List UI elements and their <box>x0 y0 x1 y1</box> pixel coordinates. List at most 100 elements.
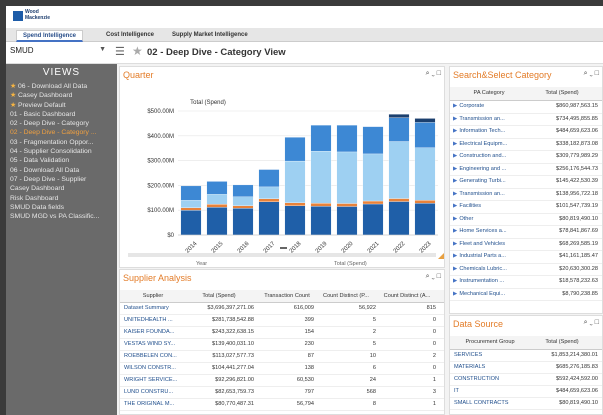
expand-arrow-icon[interactable]: ▶ <box>453 116 457 122</box>
bar-segment <box>336 206 358 236</box>
expand-arrow-icon[interactable]: ▶ <box>453 153 457 159</box>
table-row[interactable]: ▶ Home Services a... $78,841,867.69 <box>450 226 602 239</box>
expand-arrow-icon[interactable]: ▶ <box>453 178 457 184</box>
column-header[interactable]: Total (Spend) <box>526 339 598 345</box>
column-header[interactable]: Total (Spend) <box>184 293 254 299</box>
table-row[interactable]: ▶ Corporate $860,987,563.15 <box>450 101 602 114</box>
cell-value: $145,422,530.39 <box>556 178 598 185</box>
bar-segment <box>388 141 410 199</box>
table-row[interactable]: ▶ Engineering and ... $256,176,544.73 <box>450 164 602 176</box>
table-cell: $82,653,759.73 <box>184 389 254 395</box>
bar-segment <box>362 126 384 155</box>
table-row[interactable]: KAISER FOUNDA... $243,322,638.15 154 2 0 <box>120 327 444 339</box>
sidebar-view-item[interactable]: SMUD MGD vs PA Classific... <box>10 212 116 221</box>
expand-arrow-icon[interactable]: ▶ <box>453 103 457 109</box>
expand-arrow-icon[interactable]: ▶ <box>453 228 457 234</box>
table-row[interactable]: ▶ Information Tech... $484,659,623.06 <box>450 126 602 139</box>
table-row[interactable]: IT $484,659,623.06 <box>450 386 602 398</box>
expand-arrow-icon[interactable]: ▶ <box>453 128 457 134</box>
table-row[interactable]: SMALL CONTRACTS $80,819,490.10 <box>450 398 602 410</box>
expand-arrow-icon[interactable]: ▶ <box>453 241 457 247</box>
column-header[interactable]: Transaction Count <box>260 293 314 299</box>
sidebar-view-item[interactable]: 04 - Supplier Consolidation <box>10 147 116 156</box>
column-header[interactable]: Count Distinct (P... <box>316 293 376 299</box>
table-row[interactable]: ▶ Electrical Equipm... $338,182,873.08 <box>450 139 602 151</box>
cell-value: WRIGHT SERVICE... <box>124 377 178 383</box>
table-cell: $138,956,722.18 <box>526 191 598 197</box>
sidebar-view-item[interactable]: 03 - Fragmentation Oppor... <box>10 138 116 147</box>
table-cell: ▶ Home Services a... <box>453 228 525 234</box>
table-row[interactable]: ▶ Generating Turbi... $145,422,530.39 <box>450 176 602 189</box>
tab-spend-intelligence[interactable]: Spend Intelligence <box>16 30 84 42</box>
column-header[interactable]: PA Category <box>453 90 525 96</box>
favorite-star-icon[interactable]: ★ <box>132 44 143 58</box>
expand-arrow-icon[interactable]: ▶ <box>453 203 457 209</box>
column-header[interactable]: Total (Spend) <box>526 90 598 96</box>
panel-tools-icon[interactable]: ⌕ ⌄ □ <box>584 319 599 327</box>
table-row[interactable]: THE ORIGINAL M... $80,770,487.31 56,794 8 1 <box>120 399 444 411</box>
tab-supply-market-intelligence[interactable]: Supply Market Intelligence <box>166 30 254 42</box>
sidebar-view-item[interactable]: 05 - Data Validation <box>10 156 116 165</box>
table-row[interactable]: ▶ Transmission an... $138,956,722.18 <box>450 189 602 201</box>
table-row[interactable]: VESTAS WIND SY... $139,400,031.10 230 5 0 <box>120 339 444 351</box>
expand-arrow-icon[interactable]: ▶ <box>453 253 457 259</box>
tab-cost-intelligence[interactable]: Cost Intelligence <box>100 30 160 42</box>
cell-value: $685,276,185.83 <box>556 364 598 370</box>
quarter-chart[interactable]: Total (Spend) $0 $100.00M $200.00M $300.00M $… <box>120 67 444 267</box>
sidebar-view-item[interactable]: 02 - Deep Dive - Category ... <box>10 128 116 137</box>
favorite-star-icon: ★ <box>10 101 18 109</box>
hamburger-menu-icon[interactable]: ☰ <box>115 45 125 58</box>
sidebar-view-item[interactable]: ★ 06 - Download All Data <box>10 82 116 91</box>
cell-value: $860,987,563.15 <box>556 103 598 110</box>
sidebar-view-item[interactable]: 01 - Basic Dashboard <box>10 110 116 119</box>
table-row[interactable]: CONSTRUCTION $592,424,592.00 <box>450 374 602 386</box>
sidebar-view-item[interactable]: 06 - Download All Data <box>10 166 116 175</box>
sidebar-view-item[interactable]: Casey Dashboard <box>10 184 116 193</box>
sidebar-view-item[interactable]: ★ Casey Dashboard <box>10 91 116 100</box>
sidebar-view-item[interactable]: ★ Preview Default <box>10 101 116 110</box>
chevron-down-icon: ▼ <box>99 46 106 53</box>
org-select[interactable]: SMUD ▼ <box>10 46 108 60</box>
expand-arrow-icon[interactable]: ▶ <box>453 291 457 297</box>
sidebar-view-item[interactable]: 02 - Deep Dive - Category <box>10 119 116 128</box>
table-row[interactable]: ▶ Construction and... $309,779,989.29 <box>450 151 602 164</box>
table-row[interactable]: UNITEDHEALTH ... $281,738,542.88 399 5 0 <box>120 315 444 327</box>
table-row[interactable]: ▶ Facilities $101,547,739.19 <box>450 201 602 214</box>
sidebar-view-item[interactable]: SMUD Data fields <box>10 203 116 212</box>
column-header[interactable]: Supplier <box>124 293 182 299</box>
bar-segment <box>284 137 306 162</box>
table-row[interactable]: Dataset Summary $3,696,397,271.06 616,009 5… <box>120 303 444 315</box>
table-row[interactable]: WRIGHT SERVICE... $92,296,821.00 60,530 24 1 <box>120 375 444 387</box>
table-cell: 0 <box>378 341 436 347</box>
table-row[interactable]: ▶ Other $80,819,490.10 <box>450 214 602 226</box>
expand-arrow-icon[interactable]: ▶ <box>453 141 457 147</box>
table-row[interactable]: SERVICES $1,853,214,380.01 <box>450 350 602 362</box>
table-row[interactable]: ▶ Transmission an... $734,495,855.85 <box>450 114 602 126</box>
bar-segment <box>232 208 254 236</box>
panel-tools-icon[interactable]: ⌕ ⌄ □ <box>426 273 441 281</box>
expand-arrow-icon[interactable]: ▶ <box>453 191 457 197</box>
table-row[interactable]: ▶ Fleet and Vehicles $68,269,585.19 <box>450 239 602 251</box>
table-cell: ▶ Mechanical Equi... <box>453 291 525 297</box>
table-row[interactable]: ▶ Industrial Parts a... $41,161,185.47 <box>450 251 602 264</box>
table-row[interactable]: MATERIALS $685,276,185.83 <box>450 362 602 374</box>
cell-value: 56,922 <box>358 305 376 311</box>
table-row[interactable]: ▶ Chemicals Lubric... $20,630,300.28 <box>450 264 602 276</box>
panel-tools-icon[interactable]: ⌕ ⌄ □ <box>584 70 599 78</box>
sidebar-view-item[interactable]: Risk Dashboard <box>10 194 116 203</box>
column-header[interactable]: Procurement Group <box>454 339 526 345</box>
table-row[interactable]: ▶ Mechanical Equi... $8,790,238.85 <box>450 289 602 301</box>
expand-arrow-icon[interactable]: ▶ <box>453 216 457 222</box>
table-row[interactable]: ROEBBELEN CON... $113,027,577.73 87 10 2 <box>120 351 444 363</box>
expand-arrow-icon[interactable]: ▶ <box>453 166 457 172</box>
sidebar-view-item[interactable]: 07 - Deep Dive - Supplier <box>10 175 116 184</box>
table-row[interactable]: ▶ Instrumentation ... $18,578,232.63 <box>450 276 602 289</box>
column-header[interactable]: Count Distinct (A... <box>378 293 436 299</box>
bar-segment <box>206 207 228 236</box>
x-tick-label: 2015 <box>211 240 225 254</box>
expand-arrow-icon[interactable]: ▶ <box>453 266 457 272</box>
table-row[interactable]: WILSON CONSTR... $104,441,277.04 138 6 0 <box>120 363 444 375</box>
table-row[interactable]: LUND CONSTRU... $82,653,759.73 797 568 3 <box>120 387 444 399</box>
expand-arrow-icon[interactable]: ▶ <box>453 278 457 284</box>
table-cell: $309,779,989.29 <box>526 153 598 159</box>
